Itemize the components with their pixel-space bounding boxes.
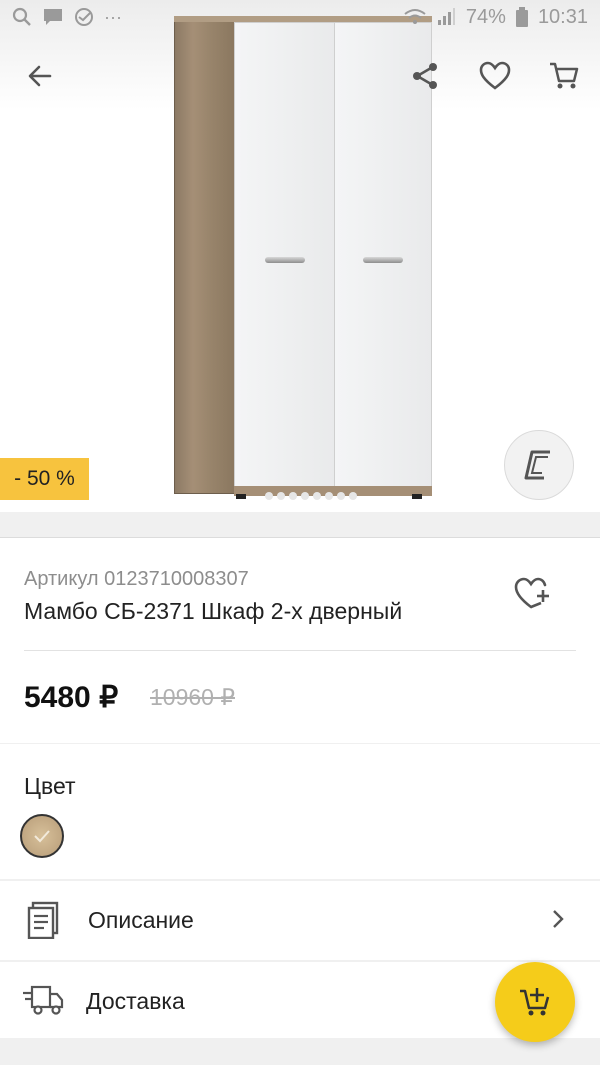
color-section	[0, 744, 600, 879]
gallery-pagination-dots[interactable]	[265, 492, 357, 500]
brand-c-icon	[524, 450, 550, 480]
gallery-dot[interactable]	[277, 492, 285, 500]
wifi-icon	[404, 9, 426, 24]
battery-icon	[515, 7, 528, 27]
search-icon	[12, 7, 31, 26]
gallery-dot[interactable]	[325, 492, 333, 500]
color-label: Цвет	[24, 773, 76, 799]
gallery-dot[interactable]	[265, 492, 273, 500]
divider	[24, 650, 576, 651]
discount-badge: - 50 %	[0, 458, 89, 500]
door-handle	[363, 257, 403, 263]
cart-button[interactable]	[542, 54, 586, 98]
gallery-dot[interactable]	[289, 492, 297, 500]
signal-icon	[437, 8, 455, 25]
product-title: Мамбо СБ-2371 Шкаф 2-х дверный	[24, 598, 403, 624]
truck-icon	[23, 985, 64, 1015]
add-to-wishlist-button[interactable]	[510, 572, 556, 614]
top-app-bar	[0, 40, 600, 112]
gallery-dot[interactable]	[337, 492, 345, 500]
checkmark-icon	[34, 830, 50, 843]
cart-add-icon	[520, 988, 550, 1016]
clock: 10:31	[537, 5, 588, 28]
door-handle	[265, 257, 305, 263]
document-icon	[27, 901, 59, 939]
current-price: 5480 ₽	[24, 681, 119, 714]
description-row[interactable]: Описание	[0, 881, 600, 960]
chevron-right-icon	[553, 910, 564, 928]
cart-icon	[550, 62, 579, 89]
heart-outline-icon	[479, 61, 511, 90]
share-button[interactable]	[403, 54, 447, 98]
sber-icon	[75, 8, 93, 26]
favorite-button[interactable]	[473, 54, 517, 98]
heart-plus-icon	[514, 577, 549, 609]
product-sku: Артикул 0123710008307	[24, 568, 249, 590]
old-price: 10960 ₽	[150, 684, 235, 710]
more-notifications: ···	[104, 6, 122, 27]
add-to-cart-fab[interactable]	[495, 962, 575, 1042]
battery-percent: 74%	[465, 5, 506, 28]
back-button[interactable]	[18, 54, 62, 98]
wardrobe-foot	[236, 494, 246, 499]
gallery-dot[interactable]	[349, 492, 357, 500]
status-bar: ··· 74% 10:31	[0, 0, 600, 34]
gallery-dot[interactable]	[301, 492, 309, 500]
description-label: Описание	[88, 907, 194, 933]
message-icon	[44, 9, 62, 25]
color-swatch-selected[interactable]	[20, 814, 64, 858]
share-icon	[413, 63, 437, 89]
arrow-back-icon	[28, 65, 52, 87]
gallery-dot[interactable]	[313, 492, 321, 500]
wardrobe-foot	[412, 494, 422, 499]
delivery-label: Доставка	[86, 988, 185, 1014]
brand-c-button[interactable]	[504, 430, 574, 500]
